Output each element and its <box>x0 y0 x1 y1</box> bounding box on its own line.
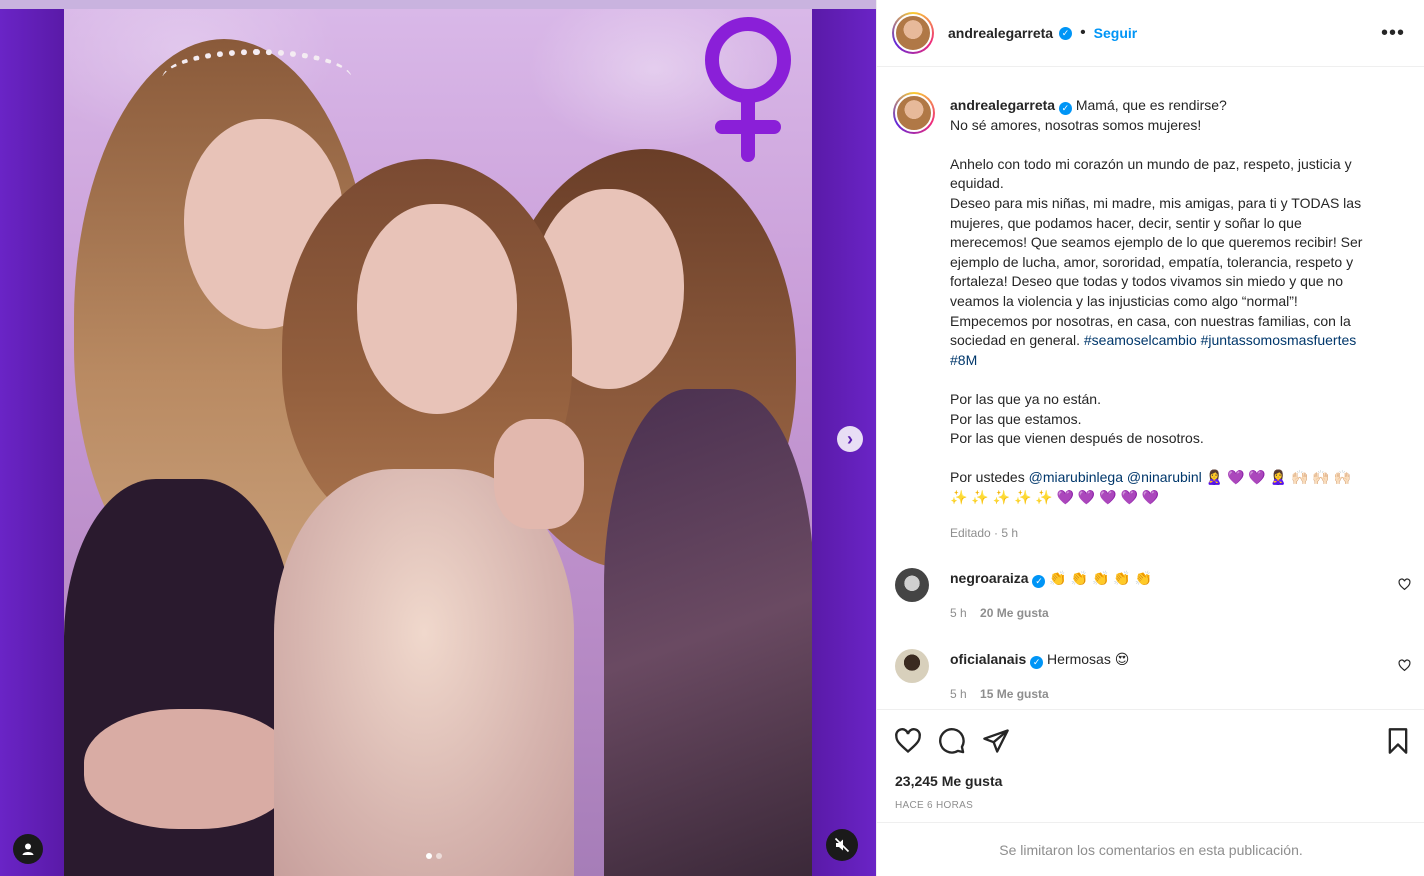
post-caption: andrealegarreta ✓ Mamá, que es rendirse?… <box>950 96 1405 507</box>
next-media-button[interactable]: › <box>837 426 863 452</box>
post-media[interactable]: › <box>0 0 876 876</box>
photo-dress-right <box>604 389 812 876</box>
user-tag-icon <box>22 843 34 855</box>
caption-emojis: ✨ ✨ ✨ ✨ ✨ 💜 💜 💜 💜 💜 <box>950 488 1160 505</box>
caption-line: Por las que vienen después de nosotros. <box>950 430 1204 447</box>
comments-limited-notice: Se limitaron los comentarios en esta pub… <box>877 822 1424 876</box>
caption-username[interactable]: andrealegarreta <box>950 97 1055 113</box>
author-avatar[interactable] <box>892 12 934 54</box>
comment-icon[interactable] <box>938 727 966 755</box>
caption-line: merecemos! Que seamos ejemplo de lo que … <box>950 234 1363 251</box>
caption-line: No sé amores, nosotras somos mujeres! <box>950 116 1202 133</box>
caption-text: sociedad en general. <box>950 332 1080 349</box>
caption-text: Por ustedes <box>950 469 1025 486</box>
caption-line: Anhelo con todo mi corazón un mundo de p… <box>950 155 1352 172</box>
post-side-panel: andrealegarreta ✓ • Seguir ••• andrealeg… <box>876 0 1424 876</box>
venus-symbol-icon <box>705 17 791 162</box>
hashtag-link[interactable]: #8M <box>950 352 977 368</box>
caption-line: equidad. <box>950 175 1004 192</box>
caption-author-avatar[interactable] <box>893 92 935 134</box>
author-avatar-image <box>894 14 932 52</box>
hashtag-link[interactable]: #juntassomosmasfuertes <box>1201 332 1357 348</box>
more-options-icon[interactable]: ••• <box>1381 22 1405 45</box>
caption-edited-timestamp: Editado · 5 h <box>950 526 1019 540</box>
comment-text: 👏 👏 👏 👏 👏 <box>1049 570 1153 586</box>
caption-mentions-line: Por ustedes @miarubinlega @ninarubinl 🙎‍… <box>950 468 1405 488</box>
mention-link[interactable]: @miarubinlega <box>1029 469 1123 485</box>
comment-like-heart-icon[interactable] <box>1398 659 1411 672</box>
header-separator: • <box>1080 24 1086 41</box>
comments-section[interactable]: andrealegarreta ✓ Mamá, que es rendirse?… <box>877 68 1424 708</box>
post-photo <box>64 9 812 876</box>
comment-likes-link[interactable]: 15 Me gusta <box>980 687 1049 701</box>
verified-badge-icon: ✓ <box>1032 575 1046 588</box>
photo-dress-center <box>274 469 574 876</box>
caption-line: Por las que estamos. <box>950 410 1082 427</box>
audio-muted-icon <box>834 837 850 853</box>
commenter-avatar[interactable] <box>895 649 929 683</box>
commenter-avatar[interactable] <box>895 568 929 602</box>
verified-badge-icon: ✓ <box>1030 656 1044 669</box>
caption-line: veamos la violencia y las injusticias co… <box>950 292 1298 309</box>
caption-line: Mamá, que es rendirse? <box>1075 97 1227 113</box>
caption-line: ejemplo de lucha, amor, sororidad, empat… <box>950 253 1354 270</box>
commenter-username[interactable]: oficialanais <box>950 651 1026 667</box>
verified-badge-icon: ✓ <box>1059 26 1073 40</box>
comment-meta: 5 h 15 Me gusta <box>950 687 1049 701</box>
caption-hashtag-line: sociedad en general. #seamoselcambio #ju… <box>950 331 1405 351</box>
heart-icon[interactable] <box>894 727 922 755</box>
caption-hashtag-line: #8M <box>950 351 1405 371</box>
caption-line: fortaleza! Deseo que todas y todos vivam… <box>950 273 1343 290</box>
carousel-indicator <box>426 853 442 859</box>
comment-like-heart-icon[interactable] <box>1398 578 1411 591</box>
media-top-strip <box>0 0 876 9</box>
carousel-dot <box>436 853 442 859</box>
comment-likes-link[interactable]: 20 Me gusta <box>980 606 1049 620</box>
bookmark-icon[interactable] <box>1384 727 1412 755</box>
post-header: andrealegarreta ✓ • Seguir ••• <box>877 0 1424 67</box>
photo-arm-left <box>84 709 294 829</box>
photo-face-center <box>357 204 517 414</box>
caption-emojis: 🙎‍♀️ 💜 💜 🙎‍♀️ 🙌🏻 🙌🏻 🙌🏻 <box>1205 469 1352 486</box>
comment-time: 5 h <box>950 606 967 620</box>
caption-line: mujeres, que podamos hacer, decir, senti… <box>950 214 1302 231</box>
header-meta: andrealegarreta ✓ • Seguir <box>948 24 1137 42</box>
caption-first-line: andrealegarreta ✓ Mamá, que es rendirse? <box>950 96 1405 116</box>
caption-author-avatar-image <box>895 94 933 132</box>
comment-body: negroaraiza ✓ 👏 👏 👏 👏 👏 <box>950 570 1152 588</box>
comment-text: Hermosas 😍 <box>1047 651 1130 667</box>
post-time-ago[interactable]: HACE 6 HORAS <box>895 800 973 811</box>
likes-count[interactable]: 23,245 Me gusta <box>895 773 1002 789</box>
caption-line: Empecemos por nosotras, en casa, con nue… <box>950 312 1351 329</box>
caption-line: Por las que ya no están. <box>950 390 1101 407</box>
chevron-right-icon: › <box>847 428 853 449</box>
media-left-band <box>0 9 64 876</box>
follow-button[interactable]: Seguir <box>1094 25 1138 41</box>
author-username[interactable]: andrealegarreta <box>948 25 1053 41</box>
photo-headband <box>162 49 352 109</box>
share-icon[interactable] <box>982 727 1010 755</box>
instagram-post-view: › andrealegarreta ✓ • Seguir ••• andreal… <box>0 0 1424 876</box>
commenter-username[interactable]: negroaraiza <box>950 570 1029 586</box>
mute-toggle-button[interactable] <box>826 829 858 861</box>
photo-hand-center <box>494 419 584 529</box>
comment-body: oficialanais ✓ Hermosas 😍 <box>950 651 1129 669</box>
comment-time: 5 h <box>950 687 967 701</box>
caption-line: Deseo para mis niñas, mi madre, mis amig… <box>950 194 1362 211</box>
carousel-dot-active <box>426 853 432 859</box>
mention-link[interactable]: @ninarubinl <box>1127 469 1202 485</box>
tagged-users-button[interactable] <box>13 834 43 864</box>
comment-meta: 5 h 20 Me gusta <box>950 606 1049 620</box>
comment-item: negroaraiza ✓ 👏 👏 👏 👏 👏 5 h 20 Me gusta <box>877 568 1424 638</box>
caption-line <box>950 135 1405 155</box>
hashtag-link[interactable]: #seamoselcambio <box>1084 332 1197 348</box>
verified-badge-icon: ✓ <box>1058 102 1072 115</box>
